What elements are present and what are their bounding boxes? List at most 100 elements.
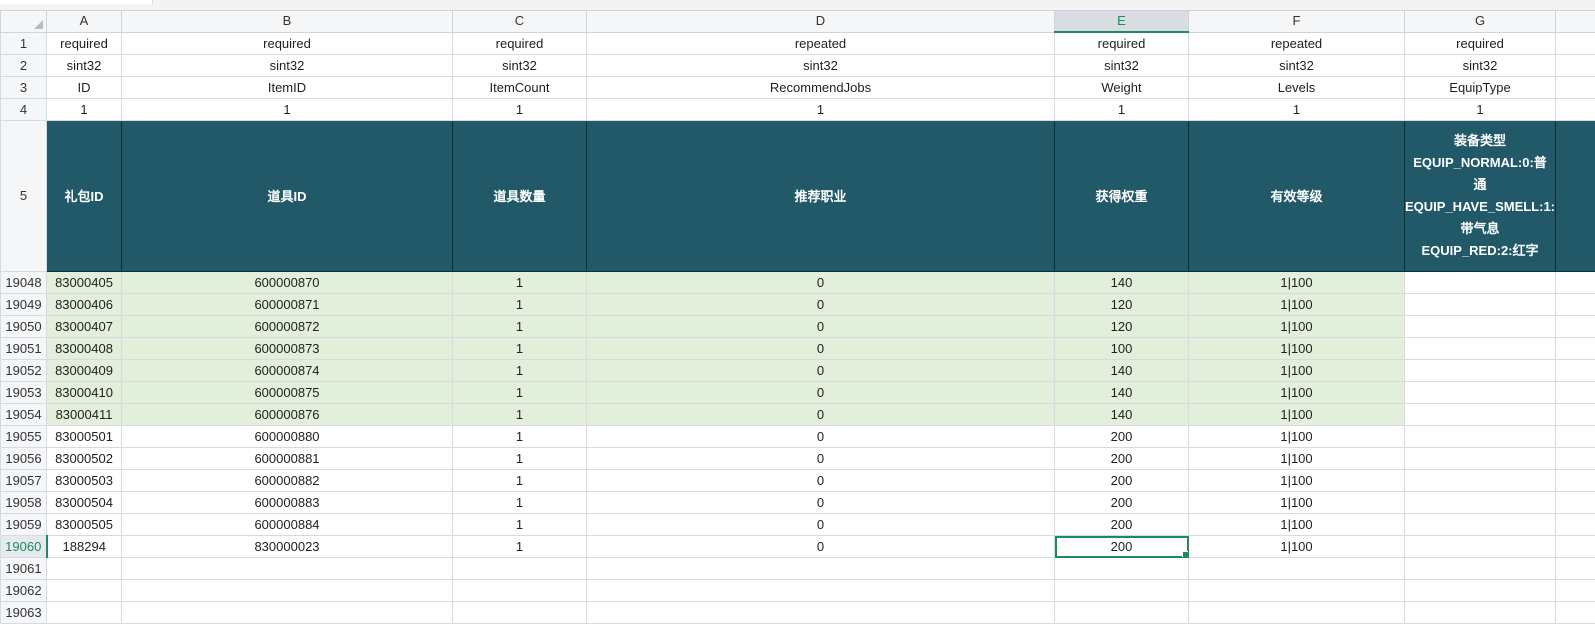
row-header[interactable]: 4: [0, 98, 47, 121]
cell[interactable]: 0: [586, 403, 1055, 426]
cell[interactable]: 200: [1054, 469, 1189, 492]
cell[interactable]: 600000881: [121, 447, 453, 470]
row-header[interactable]: 19062: [0, 579, 47, 602]
cell[interactable]: 1: [1054, 98, 1189, 121]
cell[interactable]: 1: [452, 469, 587, 492]
cell[interactable]: [1555, 337, 1595, 360]
cell[interactable]: 83000504: [46, 491, 122, 514]
cell[interactable]: 1: [121, 98, 453, 121]
cell[interactable]: required: [1404, 31, 1556, 55]
row-header[interactable]: 19054: [0, 403, 47, 426]
cell[interactable]: 83000411: [46, 403, 122, 426]
cell[interactable]: [1404, 359, 1556, 382]
cell[interactable]: [1404, 469, 1556, 492]
cell[interactable]: 1: [452, 425, 587, 448]
cell[interactable]: [1404, 337, 1556, 360]
cell[interactable]: 1|100: [1188, 469, 1405, 492]
cell[interactable]: 0: [586, 447, 1055, 470]
cell[interactable]: 1: [1404, 98, 1556, 121]
cell[interactable]: [586, 579, 1055, 602]
header-cell-equip-type[interactable]: 装备类型 EQUIP_NORMAL:0:普通 EQUIP_HAVE_SMELL:1:…: [1404, 120, 1556, 272]
cell[interactable]: 600000871: [121, 293, 453, 316]
cell[interactable]: 83000502: [46, 447, 122, 470]
cell[interactable]: [452, 579, 587, 602]
cell[interactable]: 600000870: [121, 271, 453, 294]
cell[interactable]: required: [46, 31, 122, 55]
cell[interactable]: [1188, 557, 1405, 580]
row-header[interactable]: 19056: [0, 447, 47, 470]
cell[interactable]: [1404, 271, 1556, 294]
column-header-f[interactable]: F: [1188, 10, 1405, 33]
row-header[interactable]: 19059: [0, 513, 47, 536]
row-header[interactable]: 2: [0, 54, 47, 77]
cell[interactable]: [1054, 579, 1189, 602]
cell[interactable]: 1: [452, 359, 587, 382]
cell[interactable]: repeated: [586, 31, 1055, 55]
cell[interactable]: [1555, 425, 1595, 448]
cell[interactable]: 1|100: [1188, 491, 1405, 514]
cell[interactable]: 1|100: [1188, 513, 1405, 536]
cell[interactable]: 0: [586, 381, 1055, 404]
header-cell[interactable]: 获得权重: [1054, 120, 1189, 272]
cell[interactable]: [1555, 359, 1595, 382]
cell[interactable]: [46, 579, 122, 602]
row-header[interactable]: 19053: [0, 381, 47, 404]
cell[interactable]: RecommendJobs: [586, 76, 1055, 99]
cell[interactable]: 1: [452, 315, 587, 338]
cell[interactable]: 1: [46, 98, 122, 121]
cell[interactable]: 1|100: [1188, 403, 1405, 426]
cell[interactable]: [121, 601, 453, 624]
header-cell[interactable]: [1555, 120, 1595, 272]
cell[interactable]: 1|100: [1188, 293, 1405, 316]
select-all-corner[interactable]: [0, 10, 47, 33]
row-header[interactable]: 19060: [0, 535, 48, 558]
header-cell[interactable]: 有效等级: [1188, 120, 1405, 272]
cell[interactable]: 1: [452, 337, 587, 360]
cell[interactable]: 1|100: [1188, 447, 1405, 470]
row-header[interactable]: 5: [0, 120, 47, 272]
cell[interactable]: 140: [1054, 271, 1189, 294]
cell[interactable]: 0: [586, 469, 1055, 492]
cell[interactable]: 600000882: [121, 469, 453, 492]
cell[interactable]: [1555, 381, 1595, 404]
cell[interactable]: 1: [452, 535, 587, 558]
cell[interactable]: [46, 557, 122, 580]
cell[interactable]: [1404, 579, 1556, 602]
cell[interactable]: 1|100: [1188, 425, 1405, 448]
row-header[interactable]: 19051: [0, 337, 47, 360]
cell[interactable]: sint32: [586, 54, 1055, 77]
cell[interactable]: [1404, 381, 1556, 404]
cell[interactable]: 188294: [46, 535, 122, 558]
cell[interactable]: sint32: [121, 54, 453, 77]
cell[interactable]: 1: [452, 513, 587, 536]
cell[interactable]: [1404, 293, 1556, 316]
cell[interactable]: ID: [46, 76, 122, 99]
cell[interactable]: [1404, 315, 1556, 338]
row-header[interactable]: 19057: [0, 469, 47, 492]
cell[interactable]: [1555, 315, 1595, 338]
cell[interactable]: 83000501: [46, 425, 122, 448]
row-header[interactable]: 3: [0, 76, 47, 99]
cell[interactable]: 600000873: [121, 337, 453, 360]
header-cell[interactable]: 道具ID: [121, 120, 453, 272]
cell[interactable]: required: [121, 31, 453, 55]
cell[interactable]: 0: [586, 535, 1055, 558]
cell[interactable]: 100: [1054, 337, 1189, 360]
cell[interactable]: 1: [586, 98, 1055, 121]
column-header-overflow[interactable]: [1555, 10, 1595, 33]
cell[interactable]: 0: [586, 491, 1055, 514]
cell[interactable]: [1555, 557, 1595, 580]
cell[interactable]: sint32: [452, 54, 587, 77]
cell[interactable]: [1404, 513, 1556, 536]
cell[interactable]: sint32: [1054, 54, 1189, 77]
cell[interactable]: 1: [452, 98, 587, 121]
cell[interactable]: [1404, 557, 1556, 580]
cell[interactable]: [1555, 98, 1595, 121]
cell[interactable]: 0: [586, 513, 1055, 536]
cell[interactable]: [121, 579, 453, 602]
column-header-b[interactable]: B: [121, 10, 453, 33]
row-header[interactable]: 19055: [0, 425, 47, 448]
cell[interactable]: [1555, 513, 1595, 536]
cell[interactable]: 1: [452, 447, 587, 470]
cell[interactable]: [46, 601, 122, 624]
